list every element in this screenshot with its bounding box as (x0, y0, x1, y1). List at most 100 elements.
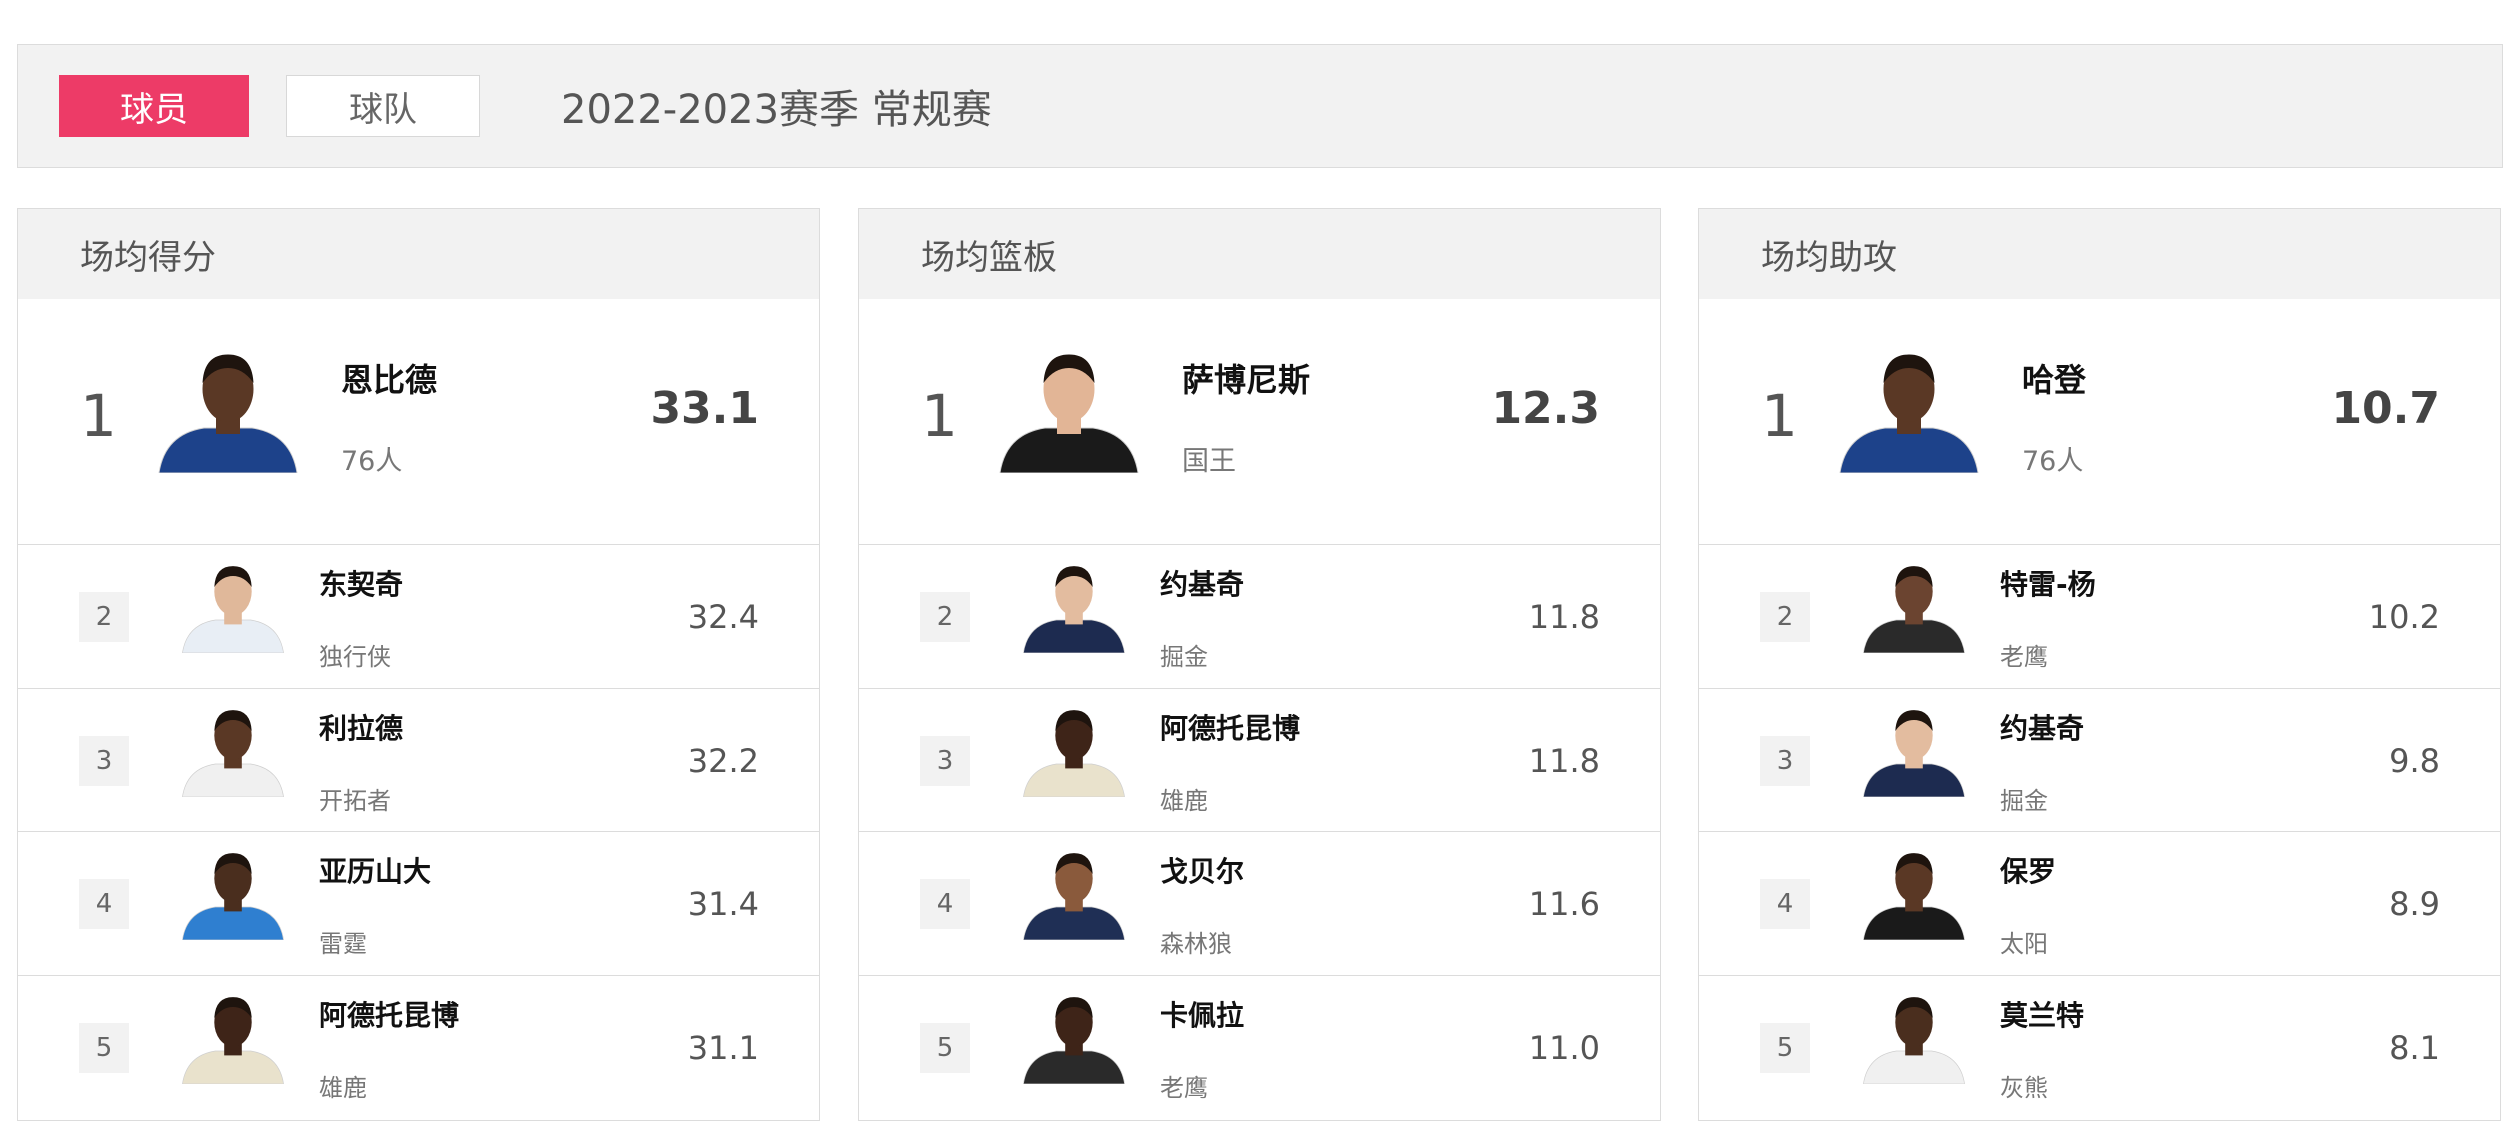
list-item[interactable]: 4 戈贝尔 森林狼 11.6 (859, 832, 1660, 976)
stat-value: 11.6 (1528, 885, 1600, 923)
stat-value: 32.4 (687, 598, 759, 636)
player-avatar[interactable] (178, 846, 288, 940)
leader-rank: 1 (1761, 382, 1798, 450)
rank-badge: 5 (79, 1022, 129, 1073)
player-avatar[interactable] (178, 990, 288, 1084)
player-portrait-icon (182, 853, 284, 940)
player-name[interactable]: 约基奇 (2000, 707, 2084, 747)
jersey-shape (1863, 906, 1965, 940)
player-portrait-icon (182, 996, 284, 1084)
list-item[interactable]: 5 阿德托昆博 雄鹿 31.1 (18, 976, 819, 1120)
player-avatar[interactable] (994, 347, 1144, 473)
team-name: 独行侠 (319, 643, 391, 671)
stat-value: 8.9 (2389, 885, 2440, 923)
rank-badge: 3 (79, 735, 129, 786)
team-name: 开拓者 (319, 786, 391, 815)
player-portrait-icon (1023, 709, 1125, 797)
rank-badge: 2 (79, 592, 129, 642)
jersey-shape (1023, 763, 1125, 797)
player-name[interactable]: 恩比德 (341, 355, 437, 401)
rank-badge: 5 (920, 1022, 970, 1073)
jersey-shape (1023, 619, 1125, 653)
rank-badge: 3 (920, 735, 970, 786)
player-portrait-icon (1023, 566, 1125, 653)
jersey-shape (1863, 1050, 1965, 1084)
list-item[interactable]: 4 保罗 太阳 8.9 (1699, 832, 2500, 976)
panel-title: 场均得分 (18, 209, 819, 299)
team-name: 国王 (1182, 446, 1236, 477)
player-name[interactable]: 阿德托昆博 (319, 994, 459, 1034)
stat-panel-points: 场均得分 1 恩比德 76人 33.1 2 东契奇 独行侠 32.4 3 利拉德… (17, 208, 820, 1121)
jersey-shape (1839, 427, 1979, 473)
stat-value: 31.4 (687, 885, 759, 923)
list-item[interactable]: 5 卡佩拉 老鹰 11.0 (859, 976, 1660, 1120)
list-item[interactable]: 3 利拉德 开拓者 32.2 (18, 689, 819, 832)
list-item[interactable]: 2 东契奇 独行侠 32.4 (18, 545, 819, 689)
list-item[interactable]: 3 约基奇 掘金 9.8 (1699, 689, 2500, 832)
list-item[interactable]: 2 约基奇 掘金 11.8 (859, 545, 1660, 689)
season-label: 2022-2023赛季 常规赛 (561, 87, 992, 133)
tab-teams[interactable]: 球队 (286, 75, 480, 137)
team-name: 76人 (2022, 446, 2084, 477)
jersey-shape (1023, 1050, 1125, 1084)
player-avatar[interactable] (178, 703, 288, 797)
player-name[interactable]: 哈登 (2022, 355, 2086, 401)
player-name[interactable]: 利拉德 (319, 707, 403, 747)
stat-value: 11.8 (1528, 598, 1600, 636)
rank-badge: 5 (1760, 1022, 1810, 1073)
team-name: 雄鹿 (319, 1073, 367, 1102)
list-item[interactable]: 2 特雷-杨 老鹰 10.2 (1699, 545, 2500, 689)
player-avatar[interactable] (1019, 559, 1129, 653)
player-name[interactable]: 保罗 (2000, 850, 2056, 890)
leader-card[interactable]: 1 恩比德 76人 33.1 (18, 299, 819, 545)
leader-card[interactable]: 1 萨博尼斯 国王 12.3 (859, 299, 1660, 545)
stat-value: 33.1 (650, 383, 759, 434)
player-portrait-icon (1863, 709, 1965, 797)
player-portrait-icon (1863, 566, 1965, 653)
player-name[interactable]: 萨博尼斯 (1182, 355, 1310, 401)
player-name[interactable]: 约基奇 (1160, 563, 1244, 603)
leader-card[interactable]: 1 哈登 76人 10.7 (1699, 299, 2500, 545)
list-item[interactable]: 4 亚历山大 雷霆 31.4 (18, 832, 819, 976)
jersey-shape (182, 1050, 284, 1084)
player-avatar[interactable] (1859, 846, 1969, 940)
player-avatar[interactable] (1834, 347, 1984, 473)
rank-badge: 2 (920, 592, 970, 642)
team-name: 灰熊 (2000, 1073, 2048, 1102)
team-name: 掘金 (2000, 786, 2048, 815)
player-name[interactable]: 特雷-杨 (2000, 563, 2096, 603)
player-avatar[interactable] (1019, 846, 1129, 940)
player-avatar[interactable] (1859, 703, 1969, 797)
player-name[interactable]: 戈贝尔 (1160, 850, 1244, 890)
player-avatar[interactable] (1859, 990, 1969, 1084)
player-portrait-icon (999, 354, 1139, 473)
team-name: 76人 (341, 446, 403, 477)
leader-rank: 1 (921, 382, 958, 450)
list-item[interactable]: 5 莫兰特 灰熊 8.1 (1699, 976, 2500, 1120)
jersey-shape (999, 427, 1139, 473)
stat-value: 9.8 (2389, 741, 2440, 780)
tab-players[interactable]: 球员 (59, 75, 249, 137)
team-name: 老鹰 (2000, 643, 2048, 671)
stat-value: 10.7 (2331, 383, 2440, 434)
jersey-shape (158, 427, 298, 473)
player-avatar[interactable] (1019, 990, 1129, 1084)
stat-value: 10.2 (2368, 598, 2440, 636)
rank-badge: 4 (1760, 879, 1810, 929)
player-avatar[interactable] (178, 559, 288, 653)
player-name[interactable]: 卡佩拉 (1160, 994, 1244, 1034)
player-avatar[interactable] (1019, 703, 1129, 797)
jersey-shape (1023, 906, 1125, 940)
player-name[interactable]: 亚历山大 (319, 850, 431, 890)
player-name[interactable]: 阿德托昆博 (1160, 707, 1300, 747)
stat-panel-assists: 场均助攻 1 哈登 76人 10.7 2 特雷-杨 老鹰 10.2 3 约基奇 … (1698, 208, 2501, 1121)
player-avatar[interactable] (153, 347, 303, 473)
list-item[interactable]: 3 阿德托昆博 雄鹿 11.8 (859, 689, 1660, 832)
player-name[interactable]: 莫兰特 (2000, 994, 2084, 1034)
player-avatar[interactable] (1859, 559, 1969, 653)
player-name[interactable]: 东契奇 (319, 563, 403, 603)
jersey-shape (1863, 763, 1965, 797)
leader-rank: 1 (80, 382, 117, 450)
player-portrait-icon (1023, 996, 1125, 1084)
stat-value: 11.0 (1528, 1028, 1600, 1067)
